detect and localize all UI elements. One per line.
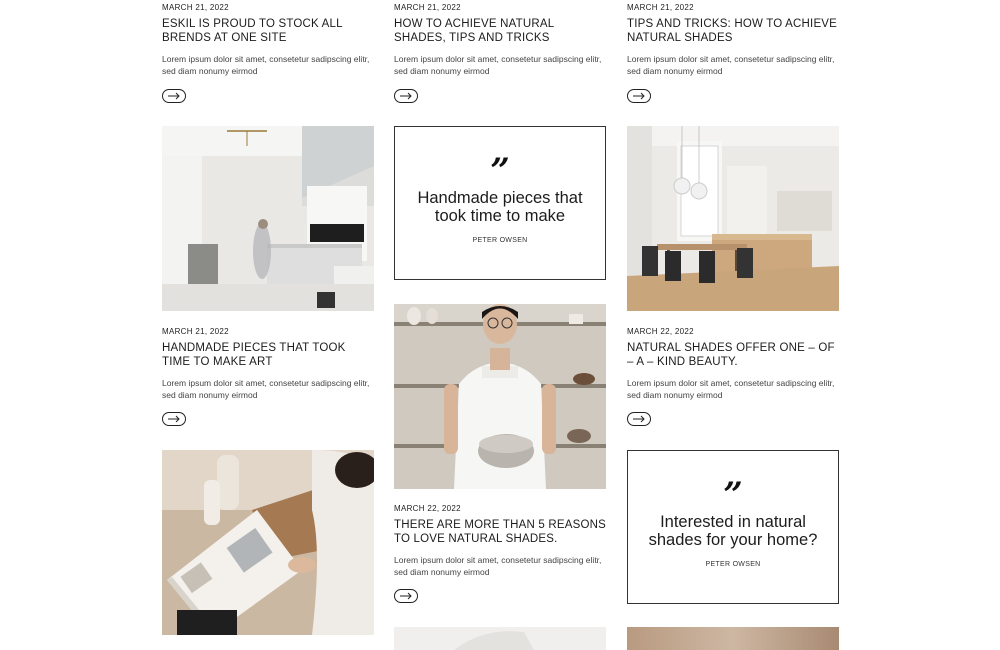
arrow-right-icon [400, 92, 412, 100]
post-title[interactable]: ESKIL IS PROUD TO STOCK ALL BRENDS AT ON… [162, 17, 374, 45]
arrow-right-icon [400, 592, 412, 600]
read-more-button[interactable] [162, 89, 186, 103]
post-excerpt: Lorem ipsum dolor sit amet, consetetur s… [627, 378, 835, 400]
post-excerpt: Lorem ipsum dolor sit amet, consetetur s… [162, 378, 370, 400]
post-card: MARCH 21, 2022 ESKIL IS PROUD TO STOCK A… [162, 2, 374, 77]
post-date: MARCH 21, 2022 [394, 3, 461, 12]
post-excerpt: Lorem ipsum dolor sit amet, consetetur s… [162, 54, 370, 76]
quote-icon: ” [490, 151, 510, 191]
post-image-kitchen[interactable] [162, 126, 374, 311]
kitchen-photo [162, 126, 374, 311]
quote-card: ” Interested in natural shades for your … [627, 450, 839, 604]
quote-text: Interested in natural shades for your ho… [648, 513, 818, 549]
arrow-right-icon [168, 415, 180, 423]
post-card: MARCH 21, 2022 HANDMADE PIECES THAT TOOK… [162, 326, 374, 401]
post-image-dining[interactable] [627, 126, 839, 311]
post-card: MARCH 21, 2022 TIPS AND TRICKS: HOW TO A… [627, 2, 839, 77]
post-excerpt: Lorem ipsum dolor sit amet, consetetur s… [394, 555, 602, 577]
quote-icon: ” [723, 475, 743, 515]
partial-photo [627, 627, 839, 650]
post-excerpt: Lorem ipsum dolor sit amet, consetetur s… [627, 54, 835, 76]
quote-text: Handmade pieces that took time to make [417, 189, 583, 225]
dining-photo [627, 126, 839, 311]
reading-photo [162, 450, 374, 635]
post-image-partial[interactable] [394, 627, 606, 650]
post-image-partial[interactable] [627, 627, 839, 650]
arrow-right-icon [633, 92, 645, 100]
post-excerpt: Lorem ipsum dolor sit amet, consetetur s… [394, 54, 602, 76]
read-more-button[interactable] [627, 89, 651, 103]
post-date: MARCH 22, 2022 [394, 504, 461, 513]
arrow-right-icon [168, 92, 180, 100]
read-more-button[interactable] [394, 89, 418, 103]
post-date: MARCH 21, 2022 [162, 3, 229, 12]
post-card: MARCH 22, 2022 NATURAL SHADES OFFER ONE … [627, 326, 839, 401]
post-title[interactable]: NATURAL SHADES OFFER ONE – OF – A – KIND… [627, 341, 839, 369]
read-more-button[interactable] [394, 589, 418, 603]
post-date: MARCH 22, 2022 [627, 327, 694, 336]
post-date: MARCH 21, 2022 [627, 3, 694, 12]
quote-card: ” Handmade pieces that took time to make… [394, 126, 606, 280]
partial-photo [394, 627, 606, 650]
post-card: MARCH 22, 2022 THERE ARE MORE THAN 5 REA… [394, 503, 606, 578]
post-title[interactable]: HOW TO ACHIEVE NATURAL SHADES, TIPS AND … [394, 17, 606, 45]
quote-author: PETER OWSEN [705, 561, 761, 568]
ceramic-photo [394, 304, 606, 489]
post-title[interactable]: HANDMADE PIECES THAT TOOK TIME TO MAKE A… [162, 341, 374, 369]
read-more-button[interactable] [627, 412, 651, 426]
arrow-right-icon [633, 415, 645, 423]
post-title[interactable]: TIPS AND TRICKS: HOW TO ACHIEVE NATURAL … [627, 17, 839, 45]
post-title[interactable]: THERE ARE MORE THAN 5 REASONS TO LOVE NA… [394, 518, 606, 546]
post-image-ceramic[interactable] [394, 304, 606, 489]
quote-author: PETER OWSEN [472, 237, 528, 244]
read-more-button[interactable] [162, 412, 186, 426]
post-date: MARCH 21, 2022 [162, 327, 229, 336]
post-image-reading[interactable] [162, 450, 374, 635]
post-card: MARCH 21, 2022 HOW TO ACHIEVE NATURAL SH… [394, 2, 606, 77]
